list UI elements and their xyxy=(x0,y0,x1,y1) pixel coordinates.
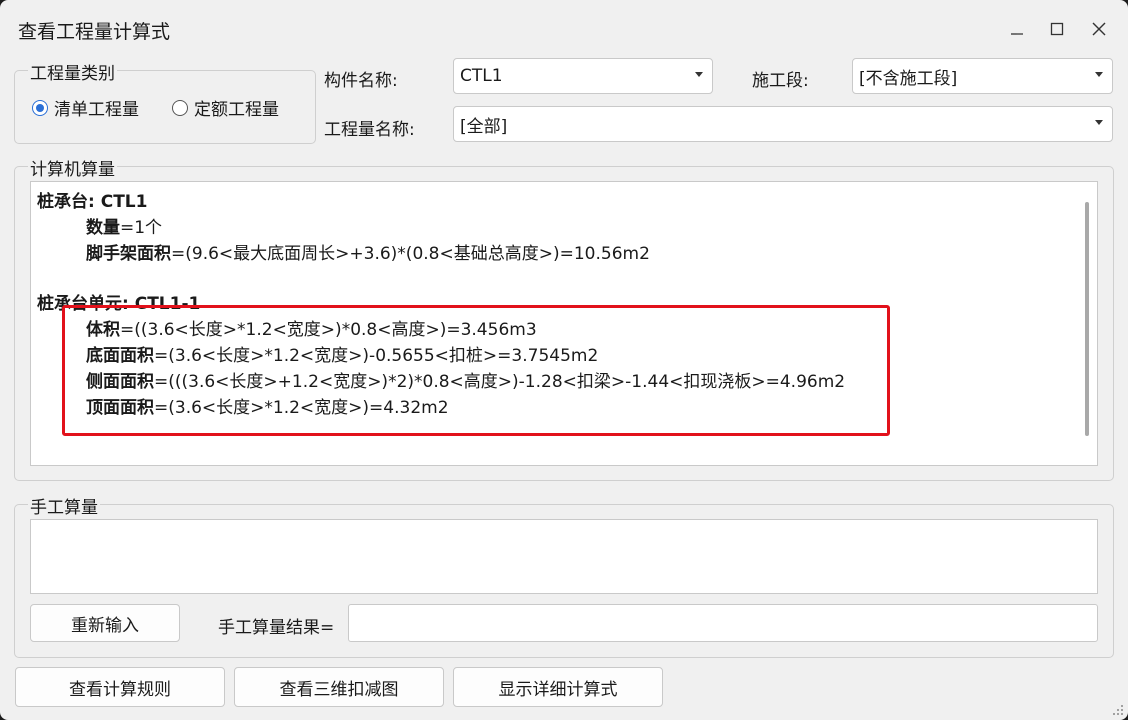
component-name-value: CTL1 xyxy=(460,66,503,86)
maximize-button[interactable] xyxy=(1040,14,1074,44)
minimize-icon xyxy=(1011,33,1023,35)
stage-select[interactable]: [不含施工段] xyxy=(852,58,1113,94)
manual-result-field[interactable] xyxy=(348,604,1098,642)
qty-name-label: 工程量名称: xyxy=(324,120,415,140)
calc-line: 数量=1个 xyxy=(86,218,163,238)
radio-unselected-icon xyxy=(172,99,188,116)
view-3d-deduction-button[interactable]: 查看三维扣减图 xyxy=(234,667,444,707)
qty-name-select[interactable]: [全部] xyxy=(453,106,1113,142)
chevron-down-icon xyxy=(1095,72,1103,77)
title-bar: 查看工程量计算式 xyxy=(0,0,1128,58)
radio-selected-icon xyxy=(32,99,48,116)
calc-line: 脚手架面积=(9.6<最大底面周长>+3.6)*(0.8<基础总高度>)=10.… xyxy=(86,244,650,264)
chevron-down-icon xyxy=(1095,120,1103,125)
calc-line: 桩承台: CTL1 xyxy=(37,192,148,212)
radio-bill-qty-label: 清单工程量 xyxy=(54,100,139,120)
view-calc-rules-button[interactable]: 查看计算规则 xyxy=(15,667,225,707)
show-detail-formula-button[interactable]: 显示详细计算式 xyxy=(453,667,663,707)
qty-name-value: [全部] xyxy=(460,116,508,137)
qty-category-label: 工程量类别 xyxy=(28,59,117,84)
resize-grip-icon[interactable] xyxy=(1112,704,1124,716)
vertical-scrollbar[interactable] xyxy=(1085,202,1089,436)
component-name-select[interactable]: CTL1 xyxy=(453,58,713,94)
manual-result-label: 手工算量结果= xyxy=(218,618,335,638)
radio-quota-qty[interactable]: 定额工程量 xyxy=(172,95,279,120)
chevron-down-icon xyxy=(695,72,703,77)
highlight-box xyxy=(62,305,890,436)
manual-calc-label: 手工算量 xyxy=(28,493,100,518)
manual-calc-input[interactable] xyxy=(30,519,1098,594)
window-title: 查看工程量计算式 xyxy=(18,21,171,43)
stage-label: 施工段: xyxy=(752,71,809,91)
component-name-label: 构件名称: xyxy=(324,71,398,91)
radio-bill-qty[interactable]: 清单工程量 xyxy=(32,95,139,120)
radio-quota-qty-label: 定额工程量 xyxy=(194,100,279,120)
minimize-button[interactable] xyxy=(1000,14,1034,44)
maximize-icon xyxy=(1050,22,1064,36)
stage-value: [不含施工段] xyxy=(859,68,958,89)
close-button[interactable] xyxy=(1082,14,1116,44)
computer-calc-label: 计算机算量 xyxy=(28,155,117,180)
dialog-window: 查看工程量计算式 工程量类别 清单工程量 定额工程量 构件名称: CTL1 施工… xyxy=(0,0,1128,720)
reenter-button[interactable]: 重新输入 xyxy=(30,604,180,642)
close-icon xyxy=(1092,22,1106,36)
